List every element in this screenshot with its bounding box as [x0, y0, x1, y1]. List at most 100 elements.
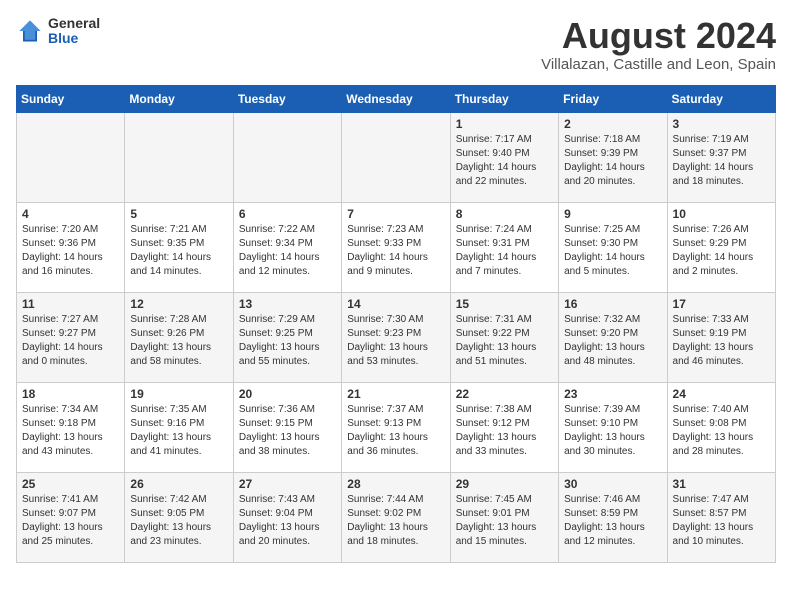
day-number: 10 — [673, 207, 770, 221]
day-cell: 20Sunrise: 7:36 AM Sunset: 9:15 PM Dayli… — [233, 382, 341, 472]
day-info: Sunrise: 7:42 AM Sunset: 9:05 PM Dayligh… — [130, 493, 227, 549]
day-cell: 2 Sunrise: 7:18 AM Sunset: 9:39 PM Daylig… — [559, 112, 667, 202]
week-row-2: 4 Sunrise: 7:20 AM Sunset: 9:36 PM Daylig… — [17, 202, 776, 292]
page-header: General Blue August 2024 Villalazan, Cas… — [16, 16, 776, 73]
day-info: Sunrise: 7:28 AM Sunset: 9:26 PM Dayligh… — [130, 313, 227, 369]
day-cell: 17 Sunrise: 7:33 AM Sunset: 9:19 PM Dayli… — [667, 292, 775, 382]
day-cell: 31 Sunrise: 7:47 AM Sunset: 8:57 PM Dayli… — [667, 472, 775, 562]
day-cell: 14Sunrise: 7:30 AM Sunset: 9:23 PM Dayli… — [342, 292, 450, 382]
day-info: Sunrise: 7:46 AM Sunset: 8:59 PM Dayligh… — [564, 493, 661, 549]
day-cell: 24 Sunrise: 7:40 AM Sunset: 9:08 PM Dayli… — [667, 382, 775, 472]
day-number: 17 — [673, 297, 770, 311]
day-cell: 30Sunrise: 7:46 AM Sunset: 8:59 PM Dayli… — [559, 472, 667, 562]
week-row-4: 18 Sunrise: 7:34 AM Sunset: 9:18 PM Dayli… — [17, 382, 776, 472]
day-cell: 8 Sunrise: 7:24 AM Sunset: 9:31 PM Daylig… — [450, 202, 558, 292]
day-info: Sunrise: 7:31 AM Sunset: 9:22 PM Dayligh… — [456, 313, 553, 369]
day-number: 5 — [130, 207, 227, 221]
day-info: Sunrise: 7:32 AM Sunset: 9:20 PM Dayligh… — [564, 313, 661, 369]
day-info: Sunrise: 7:38 AM Sunset: 9:12 PM Dayligh… — [456, 403, 553, 459]
header-cell-tuesday: Tuesday — [233, 85, 341, 112]
day-cell: 26 Sunrise: 7:42 AM Sunset: 9:05 PM Dayli… — [125, 472, 233, 562]
day-cell: 23Sunrise: 7:39 AM Sunset: 9:10 PM Dayli… — [559, 382, 667, 472]
day-info: Sunrise: 7:29 AM Sunset: 9:25 PM Dayligh… — [239, 313, 336, 369]
week-row-5: 25 Sunrise: 7:41 AM Sunset: 9:07 PM Dayli… — [17, 472, 776, 562]
day-number: 21 — [347, 387, 444, 401]
header-cell-sunday: Sunday — [17, 85, 125, 112]
day-info: Sunrise: 7:40 AM Sunset: 9:08 PM Dayligh… — [673, 403, 770, 459]
header-cell-friday: Friday — [559, 85, 667, 112]
day-info: Sunrise: 7:35 AM Sunset: 9:16 PM Dayligh… — [130, 403, 227, 459]
day-cell: 3 Sunrise: 7:19 AM Sunset: 9:37 PM Daylig… — [667, 112, 775, 202]
day-info: Sunrise: 7:37 AM Sunset: 9:13 PM Dayligh… — [347, 403, 444, 459]
day-cell — [125, 112, 233, 202]
day-number: 20 — [239, 387, 336, 401]
day-number: 12 — [130, 297, 227, 311]
header-cell-thursday: Thursday — [450, 85, 558, 112]
day-cell: 11Sunrise: 7:27 AM Sunset: 9:27 PM Dayli… — [17, 292, 125, 382]
day-cell: 13Sunrise: 7:29 AM Sunset: 9:25 PM Dayli… — [233, 292, 341, 382]
day-cell: 28 Sunrise: 7:44 AM Sunset: 9:02 PM Dayli… — [342, 472, 450, 562]
day-info: Sunrise: 7:41 AM Sunset: 9:07 PM Dayligh… — [22, 493, 119, 549]
calendar-table: SundayMondayTuesdayWednesdayThursdayFrid… — [16, 85, 776, 563]
day-info: Sunrise: 7:24 AM Sunset: 9:31 PM Dayligh… — [456, 223, 553, 279]
calendar-body: 1 Sunrise: 7:17 AM Sunset: 9:40 PM Daylig… — [17, 112, 776, 562]
day-number: 7 — [347, 207, 444, 221]
day-cell: 4 Sunrise: 7:20 AM Sunset: 9:36 PM Daylig… — [17, 202, 125, 292]
day-info: Sunrise: 7:26 AM Sunset: 9:29 PM Dayligh… — [673, 223, 770, 279]
day-number: 18 — [22, 387, 119, 401]
day-cell: 19 Sunrise: 7:35 AM Sunset: 9:16 PM Dayli… — [125, 382, 233, 472]
day-cell: 27Sunrise: 7:43 AM Sunset: 9:04 PM Dayli… — [233, 472, 341, 562]
day-number: 28 — [347, 477, 444, 491]
location-subtitle: Villalazan, Castille and Leon, Spain — [541, 56, 776, 73]
day-number: 8 — [456, 207, 553, 221]
day-info: Sunrise: 7:19 AM Sunset: 9:37 PM Dayligh… — [673, 133, 770, 189]
day-cell: 9 Sunrise: 7:25 AM Sunset: 9:30 PM Daylig… — [559, 202, 667, 292]
day-number: 24 — [673, 387, 770, 401]
day-number: 1 — [456, 117, 553, 131]
day-number: 31 — [673, 477, 770, 491]
day-cell: 29Sunrise: 7:45 AM Sunset: 9:01 PM Dayli… — [450, 472, 558, 562]
day-number: 29 — [456, 477, 553, 491]
day-number: 25 — [22, 477, 119, 491]
day-cell: 6Sunrise: 7:22 AM Sunset: 9:34 PM Daylig… — [233, 202, 341, 292]
header-cell-saturday: Saturday — [667, 85, 775, 112]
day-number: 3 — [673, 117, 770, 131]
day-number: 19 — [130, 387, 227, 401]
month-year-title: August 2024 — [541, 16, 776, 56]
day-number: 23 — [564, 387, 661, 401]
day-cell — [17, 112, 125, 202]
day-number: 26 — [130, 477, 227, 491]
day-cell: 10 Sunrise: 7:26 AM Sunset: 9:29 PM Dayli… — [667, 202, 775, 292]
day-number: 27 — [239, 477, 336, 491]
day-info: Sunrise: 7:47 AM Sunset: 8:57 PM Dayligh… — [673, 493, 770, 549]
day-info: Sunrise: 7:44 AM Sunset: 9:02 PM Dayligh… — [347, 493, 444, 549]
day-info: Sunrise: 7:25 AM Sunset: 9:30 PM Dayligh… — [564, 223, 661, 279]
day-info: Sunrise: 7:18 AM Sunset: 9:39 PM Dayligh… — [564, 133, 661, 189]
day-info: Sunrise: 7:33 AM Sunset: 9:19 PM Dayligh… — [673, 313, 770, 369]
day-cell: 7Sunrise: 7:23 AM Sunset: 9:33 PM Daylig… — [342, 202, 450, 292]
week-row-3: 11Sunrise: 7:27 AM Sunset: 9:27 PM Dayli… — [17, 292, 776, 382]
logo-general-text: General — [48, 16, 100, 31]
day-cell: 12 Sunrise: 7:28 AM Sunset: 9:26 PM Dayli… — [125, 292, 233, 382]
day-number: 15 — [456, 297, 553, 311]
day-cell: 25 Sunrise: 7:41 AM Sunset: 9:07 PM Dayli… — [17, 472, 125, 562]
day-info: Sunrise: 7:30 AM Sunset: 9:23 PM Dayligh… — [347, 313, 444, 369]
logo: General Blue — [16, 16, 100, 47]
logo-blue-text: Blue — [48, 31, 100, 46]
day-info: Sunrise: 7:22 AM Sunset: 9:34 PM Dayligh… — [239, 223, 336, 279]
day-info: Sunrise: 7:34 AM Sunset: 9:18 PM Dayligh… — [22, 403, 119, 459]
day-cell: 5 Sunrise: 7:21 AM Sunset: 9:35 PM Daylig… — [125, 202, 233, 292]
calendar-header: SundayMondayTuesdayWednesdayThursdayFrid… — [17, 85, 776, 112]
day-info: Sunrise: 7:17 AM Sunset: 9:40 PM Dayligh… — [456, 133, 553, 189]
day-cell: 16Sunrise: 7:32 AM Sunset: 9:20 PM Dayli… — [559, 292, 667, 382]
day-number: 9 — [564, 207, 661, 221]
day-cell: 21 Sunrise: 7:37 AM Sunset: 9:13 PM Dayli… — [342, 382, 450, 472]
logo-text: General Blue — [48, 16, 100, 47]
day-number: 2 — [564, 117, 661, 131]
day-info: Sunrise: 7:21 AM Sunset: 9:35 PM Dayligh… — [130, 223, 227, 279]
logo-icon — [16, 17, 44, 45]
day-number: 11 — [22, 297, 119, 311]
day-number: 4 — [22, 207, 119, 221]
header-cell-monday: Monday — [125, 85, 233, 112]
day-info: Sunrise: 7:20 AM Sunset: 9:36 PM Dayligh… — [22, 223, 119, 279]
